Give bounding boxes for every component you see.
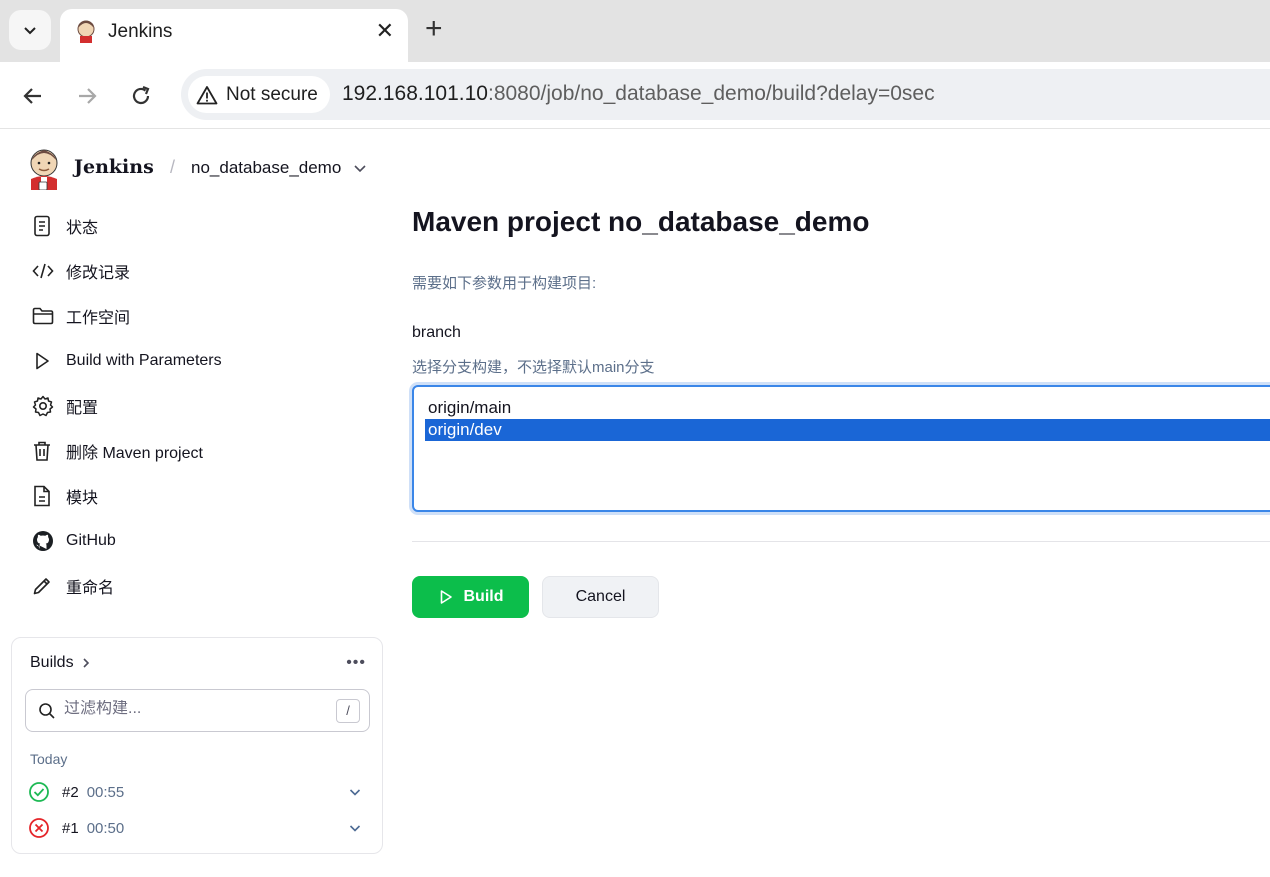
sidebar-item-delete-project[interactable]: 删除 Maven project — [28, 428, 368, 473]
tab-title: Jenkins — [108, 21, 173, 42]
browser-tab[interactable]: Jenkins ✕ — [60, 9, 408, 62]
build-filter-input[interactable] — [64, 700, 314, 718]
jenkins-header: Jenkins / no_database_demo — [0, 130, 1270, 202]
tab-search-button[interactable] — [9, 10, 51, 50]
build-row[interactable]: #1 00:50 — [28, 813, 368, 843]
arrow-left-icon — [23, 88, 41, 104]
breadcrumb-separator: / — [170, 157, 176, 177]
sidebar: 状态 修改记录 工作空间 Build with Parameters 配置 删除… — [28, 203, 368, 608]
cancel-button[interactable]: Cancel — [542, 576, 659, 618]
sidebar-item-rename[interactable]: 重命名 — [28, 563, 368, 608]
github-icon — [28, 529, 58, 553]
chevron-down-icon[interactable] — [348, 821, 362, 835]
sidebar-item-label: 工作空间 — [66, 309, 131, 327]
build-number[interactable]: #1 — [62, 820, 79, 837]
branch-option[interactable]: origin/main — [425, 397, 1270, 419]
build-time: 00:55 — [86, 783, 125, 801]
warning-icon — [196, 85, 218, 104]
parameter-name: branch — [412, 324, 461, 341]
sidebar-item-github[interactable]: GitHub — [28, 518, 368, 563]
success-check-icon — [29, 782, 49, 802]
builds-panel: Builds ••• / Today #2 00:55 #1 00:50 — [11, 637, 383, 854]
new-tab-button[interactable]: + — [425, 14, 443, 44]
address-bar[interactable]: Not secure 192.168.101.10:8080/job/no_da… — [181, 69, 1270, 120]
sidebar-item-label: 模块 — [66, 489, 99, 507]
chevron-right-icon — [83, 658, 89, 668]
sidebar-item-label: GitHub — [66, 531, 116, 549]
sidebar-item-label: 状态 — [66, 219, 99, 237]
page-title: Maven project no_database_demo — [412, 206, 870, 237]
trash-icon — [28, 439, 58, 463]
sidebar-item-changes[interactable]: 修改记录 — [28, 248, 368, 293]
pencil-icon — [28, 574, 58, 598]
chevron-down-icon[interactable] — [352, 160, 368, 176]
parameters-description: 需要如下参数用于构建项目: — [412, 275, 597, 292]
sidebar-item-label: Build with Parameters — [66, 351, 222, 369]
sidebar-item-label: 重命名 — [66, 579, 115, 597]
file-icon — [28, 484, 58, 508]
builds-title-link[interactable]: Builds — [30, 654, 93, 672]
build-filter[interactable]: / — [25, 689, 370, 732]
tab-close-icon[interactable]: ✕ — [376, 19, 394, 43]
sidebar-item-label: 删除 Maven project — [66, 444, 203, 462]
build-button-label: Build — [463, 588, 504, 605]
build-group-label: Today — [30, 751, 68, 767]
gear-icon — [28, 394, 58, 418]
breadcrumb-job[interactable]: no_database_demo — [191, 158, 341, 178]
browser-tab-strip: Jenkins ✕ + — [0, 0, 1270, 62]
play-icon — [28, 349, 58, 373]
sidebar-item-modules[interactable]: 模块 — [28, 473, 368, 518]
url-text[interactable]: 192.168.101.10:8080/job/no_database_demo… — [342, 82, 935, 106]
back-button[interactable] — [19, 82, 47, 110]
sidebar-item-build-with-parameters[interactable]: Build with Parameters — [28, 338, 368, 383]
build-row[interactable]: #2 00:55 — [28, 777, 368, 807]
play-icon — [440, 590, 452, 604]
arrow-right-icon — [79, 88, 97, 104]
chevron-down-icon — [24, 27, 36, 35]
branch-option-selected[interactable]: origin/dev — [425, 419, 1270, 441]
jenkins-logo-icon[interactable] — [28, 148, 60, 190]
jenkins-favicon-icon — [77, 20, 95, 43]
chevron-down-icon[interactable] — [348, 785, 362, 799]
forward-button[interactable] — [73, 82, 101, 110]
failed-x-icon — [29, 818, 49, 838]
sidebar-item-label: 修改记录 — [66, 264, 131, 282]
security-label: Not secure — [226, 83, 318, 105]
builds-title: Builds — [30, 654, 74, 671]
document-icon — [28, 214, 58, 238]
sidebar-item-status[interactable]: 状态 — [28, 203, 368, 248]
parameter-description: 选择分支构建，不选择默认main分支 — [412, 359, 655, 376]
code-icon — [28, 259, 58, 283]
branch-select[interactable]: origin/main origin/dev — [412, 385, 1270, 512]
folder-icon — [28, 304, 58, 328]
url-path: :8080/job/no_database_demo/build?delay=0… — [487, 82, 935, 105]
browser-toolbar: Not secure 192.168.101.10:8080/job/no_da… — [0, 62, 1270, 129]
divider — [412, 541, 1270, 542]
reload-button[interactable] — [127, 82, 155, 110]
reload-icon — [132, 85, 150, 105]
build-time: 00:50 — [86, 819, 125, 837]
sidebar-item-configure[interactable]: 配置 — [28, 383, 368, 428]
sidebar-item-label: 配置 — [66, 399, 99, 417]
keyboard-shortcut-hint: / — [336, 699, 360, 723]
search-icon — [39, 703, 55, 719]
url-host: 192.168.101.10 — [342, 82, 488, 105]
jenkins-brand[interactable]: Jenkins — [74, 156, 154, 178]
more-options-icon[interactable]: ••• — [346, 654, 366, 672]
sidebar-item-workspace[interactable]: 工作空间 — [28, 293, 368, 338]
build-button[interactable]: Build — [412, 576, 529, 618]
build-number[interactable]: #2 — [62, 784, 79, 801]
security-indicator[interactable]: Not secure — [188, 76, 330, 113]
